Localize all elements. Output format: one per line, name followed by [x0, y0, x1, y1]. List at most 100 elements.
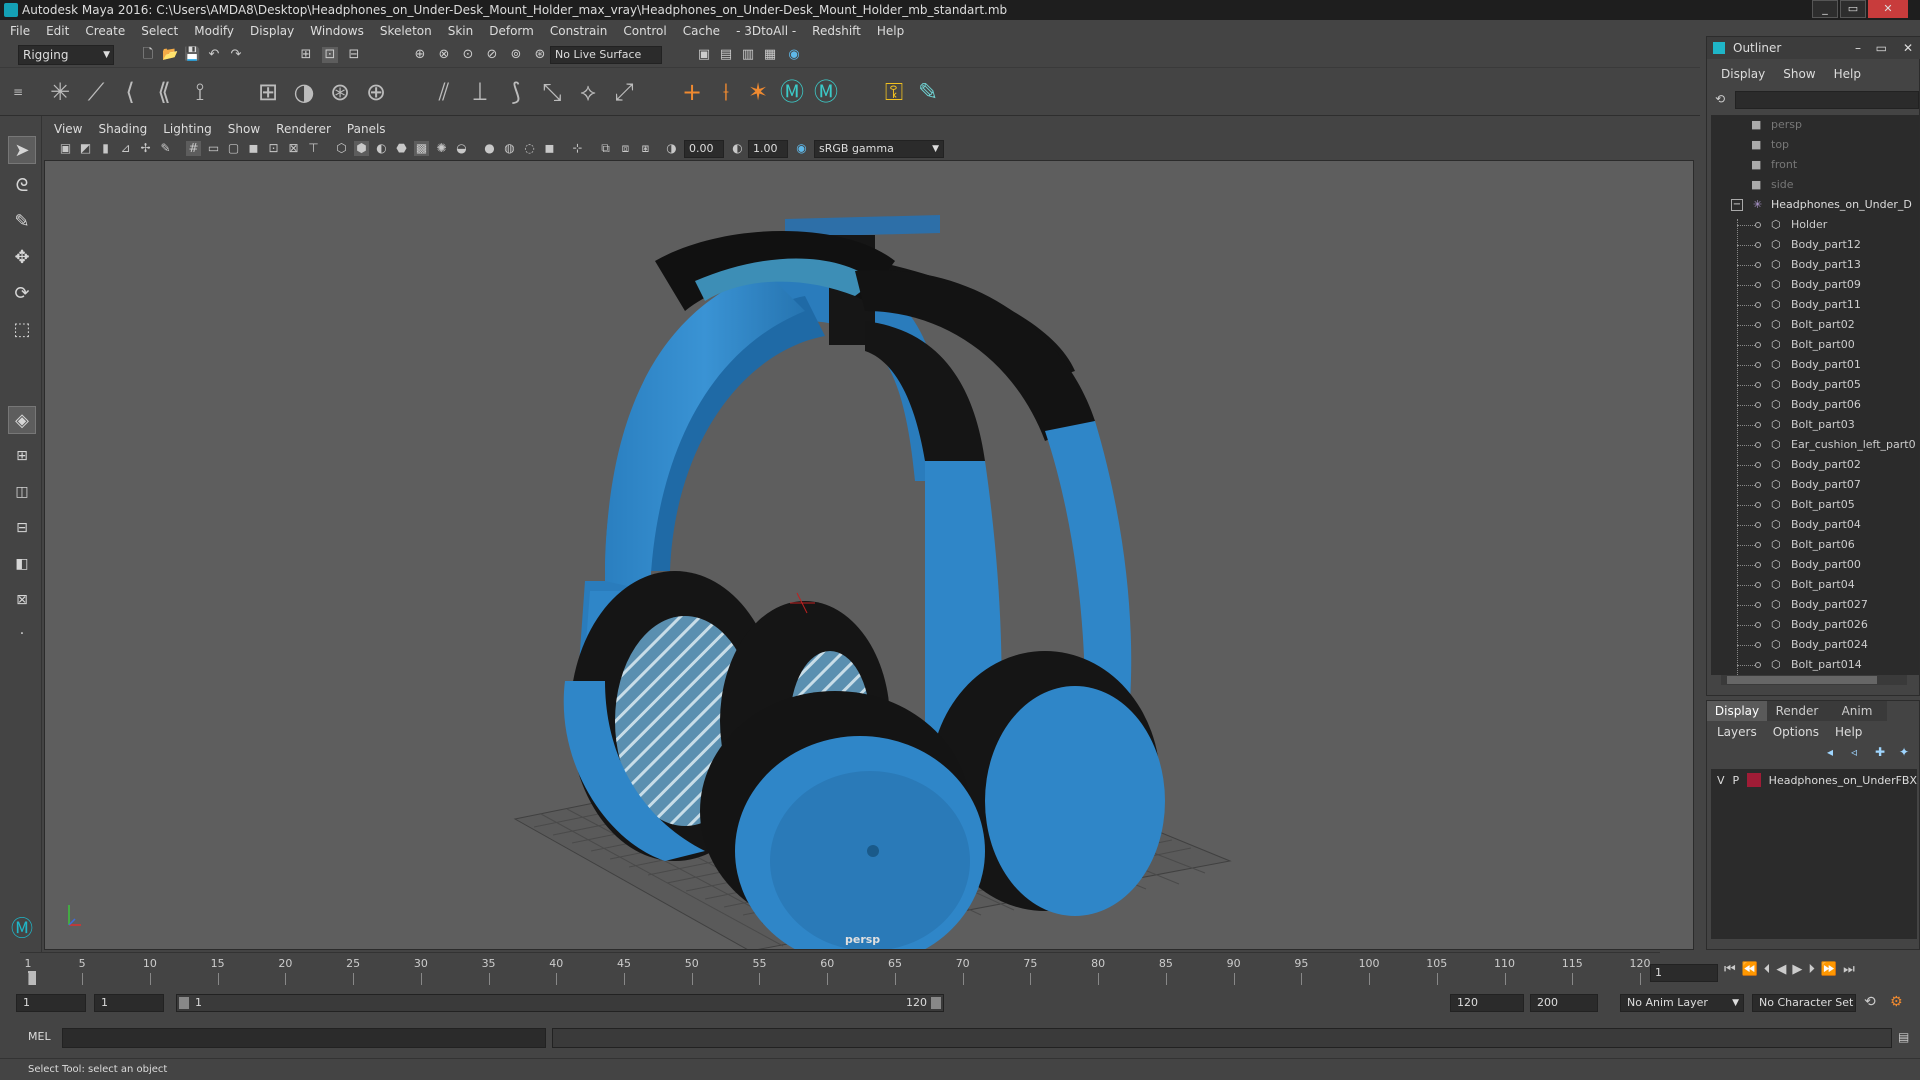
add-influence-icon[interactable]: ⟡ — [574, 78, 602, 106]
outliner-item[interactable]: ⬡ Body_part026 — [1711, 615, 1919, 635]
paint-weights-icon[interactable]: ⟆ — [502, 78, 530, 106]
view-transform-dropdown[interactable]: sRGB gamma ▼ — [814, 140, 944, 158]
preferences-icon[interactable]: ⚙ — [1890, 994, 1903, 1010]
range-end-handle[interactable] — [931, 997, 941, 1009]
gamma-field[interactable]: 1.00 — [748, 140, 788, 158]
save-scene-icon[interactable]: 💾 — [184, 47, 200, 63]
filter-icon[interactable]: ⟲ — [1715, 92, 1725, 106]
exposure-icon[interactable]: ◑ — [664, 141, 679, 156]
outliner-item[interactable]: ⬡ Body_part11 — [1711, 295, 1919, 315]
screen-space-ao-icon[interactable]: ● — [482, 141, 497, 156]
mel-label[interactable]: MEL — [28, 1030, 51, 1043]
expand-dot-icon[interactable] — [1755, 302, 1761, 308]
new-scene-icon[interactable]: 🗋 — [140, 47, 156, 63]
tab-render[interactable]: Render — [1767, 701, 1827, 721]
ik-handle-icon[interactable]: ⟋ — [82, 78, 110, 106]
lattice-icon[interactable]: ⊞ — [254, 78, 282, 106]
menu-cache[interactable]: Cache — [683, 24, 720, 38]
outliner-item-front[interactable]: ■ front — [1711, 155, 1919, 175]
script-editor-icon[interactable]: ▤ — [1898, 1030, 1909, 1044]
outliner-menu-display[interactable]: Display — [1721, 67, 1765, 81]
camera-attributes-icon[interactable]: ◩ — [78, 141, 93, 156]
step-forward-key-icon[interactable]: ⏩ — [1821, 962, 1837, 982]
joint-tool-icon[interactable]: ✳ — [46, 78, 74, 106]
outliner-item[interactable]: ⬡ Bolt_part03 — [1711, 415, 1919, 435]
ik-spline-icon[interactable]: ⟨ — [116, 78, 144, 106]
expand-dot-icon[interactable] — [1755, 662, 1761, 668]
isolate-select-icon[interactable]: ⊹ — [570, 141, 585, 156]
menu-modify[interactable]: Modify — [194, 24, 234, 38]
expand-dot-icon[interactable] — [1755, 602, 1761, 608]
menu-constrain[interactable]: Constrain — [550, 24, 608, 38]
auto-key-icon[interactable]: ⟲ — [1864, 994, 1876, 1010]
cluster-icon[interactable]: ◑ — [290, 78, 318, 106]
select-tool-icon[interactable]: ➤ — [8, 136, 36, 164]
close-icon[interactable]: ✕ — [1903, 37, 1913, 59]
two-pane-stacked-icon[interactable]: ⊟ — [8, 514, 36, 542]
outliner-item[interactable]: ⬡ Ear_cushion_left_part0 — [1711, 435, 1919, 455]
outliner-item-top[interactable]: ■ top — [1711, 135, 1919, 155]
image-plane-icon[interactable]: ⊿ — [118, 141, 133, 156]
outliner-search-input[interactable] — [1735, 91, 1919, 109]
blend-shape-icon[interactable]: ✎ — [914, 78, 942, 106]
menu-display[interactable]: Display — [250, 24, 294, 38]
play-forwards-icon[interactable]: ▶ — [1792, 962, 1802, 982]
expand-dot-icon[interactable] — [1755, 502, 1761, 508]
outliner-item[interactable]: ⬡ Body_part04 — [1711, 515, 1919, 535]
undo-icon[interactable]: ↶ — [206, 47, 222, 63]
move-layer-up-icon[interactable]: ◂ — [1827, 745, 1833, 759]
expand-dot-icon[interactable] — [1755, 542, 1761, 548]
orient-constraint-icon[interactable]: ✶ — [744, 78, 772, 106]
bind-skin-icon[interactable]: ⫽ — [430, 78, 458, 106]
scene-start-field[interactable]: 1 — [16, 994, 86, 1012]
outliner-item[interactable]: ⬡ Body_part01 — [1711, 355, 1919, 375]
close-button[interactable]: ✕ — [1868, 0, 1908, 18]
outliner-item-side[interactable]: ■ side — [1711, 175, 1919, 195]
motion-blur-icon[interactable]: ◍ — [502, 141, 517, 156]
playback-end-field[interactable]: 120 — [1450, 994, 1524, 1012]
hik-icon[interactable]: Ⓜ — [778, 78, 806, 106]
select-component-icon[interactable]: ⊟ — [346, 47, 362, 63]
color-management-icon[interactable]: ◉ — [794, 141, 809, 156]
time-slider[interactable]: 1 5 10 15 20 25 30 35 40 45 50 55 60 65 70 75 80 85 90 95 10… — [20, 952, 1660, 986]
textured-icon[interactable]: ▩ — [414, 141, 429, 156]
xray-joints-icon[interactable]: ⧈ — [618, 141, 633, 156]
menu-select[interactable]: Select — [141, 24, 178, 38]
live-surface-field[interactable]: No Live Surface — [550, 46, 662, 64]
expand-dot-icon[interactable] — [1755, 442, 1761, 448]
use-all-lights-icon[interactable]: ✺ — [434, 141, 449, 156]
remove-influence-icon[interactable]: ⤢ — [610, 78, 638, 106]
snap-surface-icon[interactable]: ⊚ — [508, 47, 524, 63]
range-start-handle[interactable] — [179, 997, 189, 1009]
exposure-field[interactable]: 0.00 — [684, 140, 724, 158]
outliner-item[interactable]: ⬡ Body_part09 — [1711, 275, 1919, 295]
single-pane-icon[interactable]: ◈ — [8, 406, 36, 434]
layer-color-swatch[interactable] — [1747, 773, 1761, 787]
menu-windows[interactable]: Windows — [310, 24, 364, 38]
layer-playback-toggle[interactable]: P — [1733, 774, 1740, 787]
scale-tool-icon[interactable]: ⬚ — [8, 316, 36, 344]
menu-skin[interactable]: Skin — [448, 24, 474, 38]
expand-dot-icon[interactable] — [1755, 482, 1761, 488]
expand-dot-icon[interactable] — [1755, 262, 1761, 268]
layer-row[interactable]: V P Headphones_on_UnderFBX — [1711, 769, 1917, 791]
scrollbar-thumb[interactable] — [1727, 676, 1877, 684]
lasso-tool-icon[interactable]: ᘓ — [8, 172, 36, 200]
paint-select-icon[interactable]: ✎ — [8, 208, 36, 236]
expand-dot-icon[interactable] — [1755, 402, 1761, 408]
range-slider[interactable]: 1 120 — [176, 994, 944, 1012]
layer-menu-help[interactable]: Help — [1835, 725, 1862, 739]
outliner-item[interactable]: ⬡ Body_part06 — [1711, 395, 1919, 415]
expand-dot-icon[interactable] — [1755, 342, 1761, 348]
current-frame-field[interactable]: 1 — [1650, 964, 1718, 982]
outliner-item[interactable]: ⬡ Body_part05 — [1711, 375, 1919, 395]
outliner-item[interactable]: ⬡ Body_part12 — [1711, 235, 1919, 255]
outliner-item[interactable]: ⬡ Bolt_part06 — [1711, 535, 1919, 555]
move-layer-down-icon[interactable]: ◃ — [1851, 745, 1857, 759]
point-constraint-icon[interactable]: + — [678, 78, 706, 106]
graph-persp-icon[interactable]: ⊠ — [8, 586, 36, 614]
collapse-toggle-icon[interactable]: − — [1731, 199, 1743, 211]
detach-skin-icon[interactable]: ⤡ — [538, 78, 566, 106]
ipr-render-icon[interactable]: ▤ — [718, 47, 734, 63]
four-pane-icon[interactable]: ⊞ — [8, 442, 36, 470]
